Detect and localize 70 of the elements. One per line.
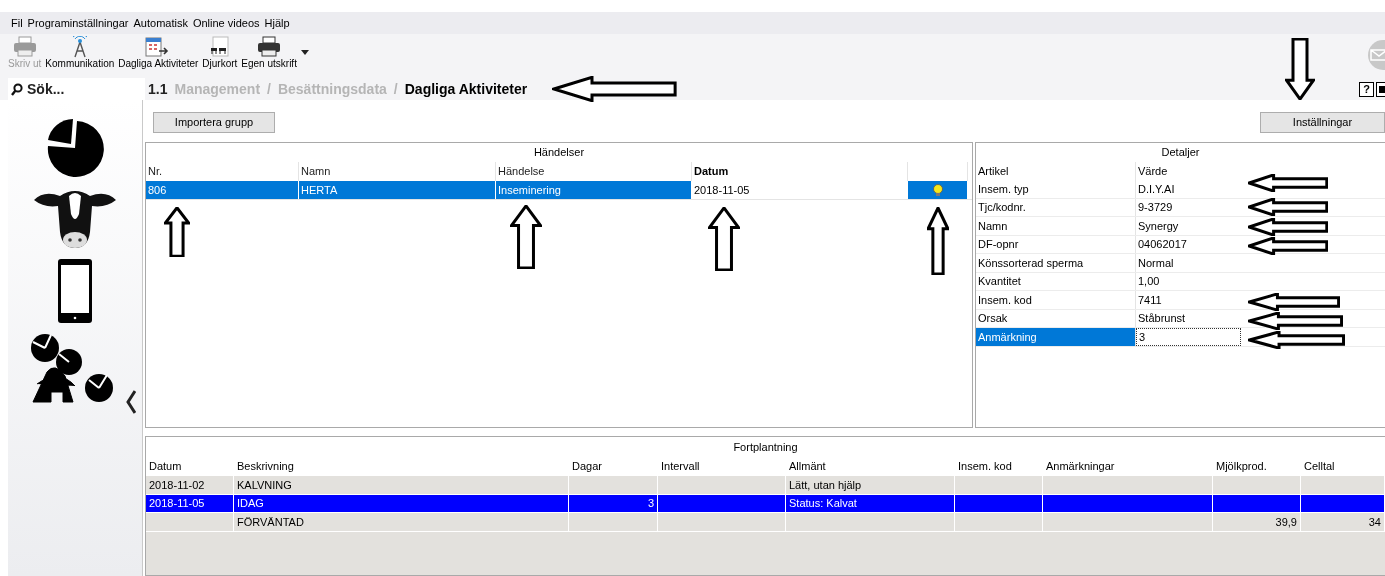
property-value: Normal bbox=[1137, 255, 1175, 271]
annotation-arrow bbox=[927, 207, 949, 275]
property-value: Synergy bbox=[1137, 218, 1180, 234]
property-value: Ståbrunst bbox=[1137, 311, 1187, 326]
breadcrumb-separator: / bbox=[267, 79, 271, 99]
annotation-arrow bbox=[708, 207, 740, 271]
table-cell: Lätt, utan hjälp bbox=[786, 476, 955, 495]
column-header[interactable]: Anmärkningar bbox=[1043, 457, 1213, 476]
property-label[interactable]: Namn bbox=[976, 217, 1136, 235]
search-icon bbox=[11, 82, 23, 96]
icon-cell[interactable] bbox=[908, 181, 968, 199]
property-value: 9-3729 bbox=[1137, 200, 1174, 215]
table-cell: 39,9 bbox=[1213, 513, 1301, 532]
property-label[interactable]: Insem. kod bbox=[976, 291, 1136, 309]
breadcrumb-link[interactable]: Dagliga Aktiviteter bbox=[404, 78, 528, 100]
property-label[interactable]: Insem. typ bbox=[976, 180, 1136, 198]
column-header[interactable]: Insem. kod bbox=[955, 457, 1043, 476]
window-icon[interactable] bbox=[1376, 81, 1385, 97]
column-header: Artikel bbox=[976, 162, 1136, 180]
table-cell: KALVNING bbox=[234, 476, 569, 495]
panel-title: Detaljer bbox=[1160, 145, 1201, 161]
settings-button[interactable]: Inställningar bbox=[1260, 112, 1385, 133]
table-cell[interactable]: HERTA bbox=[299, 181, 496, 199]
annotation-arrow bbox=[510, 205, 542, 269]
property-label[interactable]: Kvantitet bbox=[976, 272, 1136, 290]
search-placeholder: Sök... bbox=[27, 79, 65, 99]
search-field[interactable]: Sök... bbox=[8, 78, 145, 100]
property-label[interactable]: Orsak bbox=[976, 309, 1136, 327]
property-value: D.I.Y.AI bbox=[1137, 181, 1176, 197]
menu-item[interactable]: Fil bbox=[10, 14, 24, 32]
toolbar-button[interactable]: Djurkort bbox=[202, 36, 238, 69]
column-header[interactable]: Allmänt bbox=[786, 457, 955, 476]
property-label[interactable]: Könssorterad sperma bbox=[976, 254, 1136, 272]
breadcrumb-separator: / bbox=[393, 79, 398, 99]
column-header[interactable]: Datum bbox=[146, 457, 234, 476]
column-header[interactable]: Mjölkprod. bbox=[1213, 457, 1301, 476]
dropdown-caret-icon[interactable] bbox=[300, 50, 309, 55]
property-label[interactable]: Tjc/kodnr. bbox=[976, 198, 1136, 216]
toolbar-button[interactable]: Dagliga Aktiviteter bbox=[118, 36, 199, 69]
toolbar-button[interactable]: Kommunikation bbox=[45, 36, 115, 69]
import-group-button[interactable]: Importera grupp bbox=[153, 112, 275, 133]
property-value: 1,00 bbox=[1137, 274, 1161, 289]
property-label[interactable]: DF-opnr bbox=[976, 235, 1136, 253]
column-header[interactable]: Dagar bbox=[569, 457, 658, 476]
toolbar-button[interactable]: Egen utskrift bbox=[241, 36, 297, 69]
table-cell: 34 bbox=[1301, 513, 1385, 532]
property-value: 04062017 bbox=[1137, 237, 1188, 252]
table-cell[interactable]: Inseminering bbox=[496, 181, 692, 199]
menu-item[interactable]: Hjälp bbox=[263, 14, 291, 32]
property-value: 7411 bbox=[1137, 292, 1163, 308]
breadcrumb-number: 1.1 bbox=[148, 79, 168, 99]
collapse-chevron-icon[interactable] bbox=[126, 390, 136, 414]
panel-title: Händelser bbox=[532, 145, 586, 161]
menu-item[interactable]: Programinställningar bbox=[26, 14, 130, 32]
help-button[interactable]: ? bbox=[1359, 81, 1374, 97]
table-cell[interactable]: 806 bbox=[146, 181, 299, 199]
property-label[interactable]: Anmärkning bbox=[976, 328, 1136, 346]
menu-item[interactable]: Online videos bbox=[191, 14, 261, 32]
panel-title: Fortplantning bbox=[146, 437, 1385, 457]
annotation-arrow bbox=[164, 207, 190, 257]
phone-icon[interactable] bbox=[57, 258, 93, 324]
table-cell: 2018-11-02 bbox=[146, 476, 234, 495]
menu-item[interactable]: Automatisk bbox=[132, 14, 189, 32]
column-header[interactable]: Beskrivning bbox=[234, 457, 569, 476]
value-input-field[interactable]: 3 bbox=[1136, 328, 1241, 346]
column-header[interactable]: Intervall bbox=[658, 457, 786, 476]
lightbulb-icon bbox=[931, 184, 944, 196]
table-cell: FÖRVÄNTAD bbox=[234, 513, 569, 532]
column-header[interactable]: Celltal bbox=[1301, 457, 1385, 476]
column-header: Värde bbox=[1137, 163, 1169, 179]
